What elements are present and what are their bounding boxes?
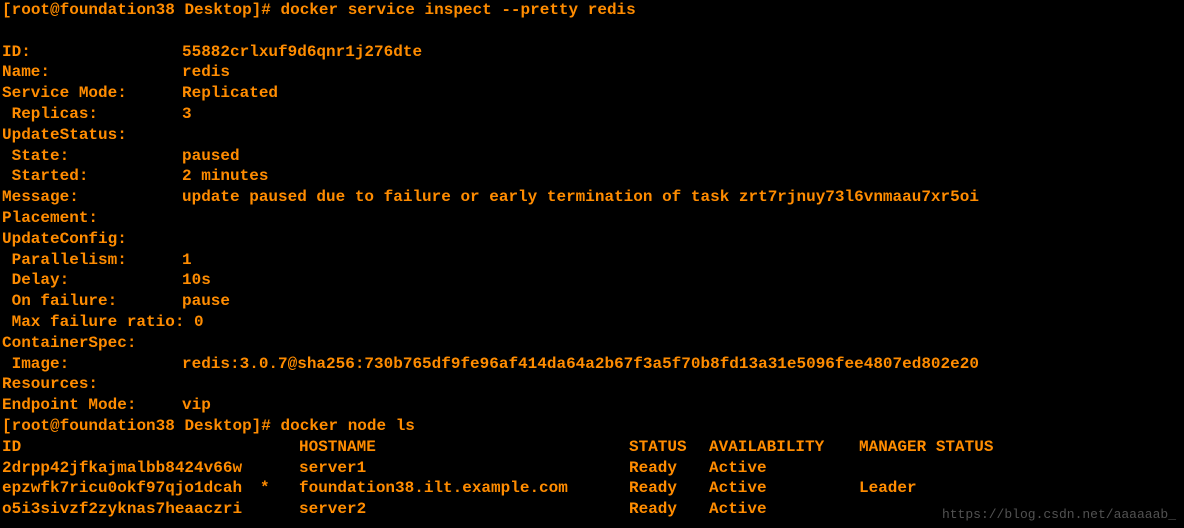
- inspect-started-line: Started:2 minutes: [2, 166, 1182, 187]
- replicas-value: 3: [182, 105, 192, 123]
- inspect-placement-line: Placement:: [2, 208, 1182, 229]
- header-id: ID: [2, 437, 299, 458]
- inspect-parallelism-line: Parallelism:1: [2, 250, 1182, 271]
- nodels-row-1: 2drpp42jfkajmalbb8424v66w server1ReadyAc…: [2, 458, 1182, 479]
- state-value: paused: [182, 147, 240, 165]
- row2-id: epzwfk7ricu0okf97qjo1dcah: [2, 478, 260, 499]
- watermark-text: https://blog.csdn.net/aaaaaab_: [942, 507, 1176, 524]
- parallelism-label: Parallelism:: [2, 250, 182, 271]
- maxfail-value: 0: [194, 313, 204, 331]
- row1-status: Ready: [629, 458, 709, 479]
- placement-label: Placement:: [2, 209, 98, 227]
- prompt-line-1[interactable]: [root@foundation38 Desktop]# docker serv…: [2, 0, 1182, 21]
- inspect-message-line: Message:update paused due to failure or …: [2, 187, 1182, 208]
- inspect-updateconfig-line: UpdateConfig:: [2, 229, 1182, 250]
- message-value: update paused due to failure or early te…: [182, 188, 979, 206]
- inspect-updatestatus-line: UpdateStatus:: [2, 125, 1182, 146]
- delay-value: 10s: [182, 271, 211, 289]
- row2-status: Ready: [629, 478, 709, 499]
- inspect-containerspec-line: ContainerSpec:: [2, 333, 1182, 354]
- prompt-at-2: @: [50, 417, 60, 435]
- row3-availability: Active: [709, 499, 859, 520]
- row1-availability: Active: [709, 458, 859, 479]
- name-value: redis: [182, 63, 230, 81]
- prompt-close-2: ]#: [252, 417, 271, 435]
- inspect-resources-line: Resources:: [2, 374, 1182, 395]
- inspect-name-line: Name:redis: [2, 62, 1182, 83]
- prompt-close: ]#: [252, 1, 271, 19]
- row2-availability: Active: [709, 478, 859, 499]
- updateconfig-label: UpdateConfig:: [2, 230, 127, 248]
- inspect-mode-line: Service Mode:Replicated: [2, 83, 1182, 104]
- command-1: docker service inspect --pretty redis: [280, 1, 635, 19]
- row3-id: o5i3sivzf2zyknas7heaaczri: [2, 499, 260, 520]
- message-label: Message:: [2, 187, 182, 208]
- image-value: redis:3.0.7@sha256:730b765df9fe96af414da…: [182, 355, 979, 373]
- inspect-maxfail-line: Max failure ratio: 0: [2, 312, 1182, 333]
- header-hostname: HOSTNAME: [299, 437, 629, 458]
- parallelism-value: 1: [182, 251, 192, 269]
- containerspec-label: ContainerSpec:: [2, 334, 136, 352]
- prompt-host-2: foundation38: [60, 417, 175, 435]
- started-value: 2 minutes: [182, 167, 268, 185]
- row3-status: Ready: [629, 499, 709, 520]
- endpoint-label: Endpoint Mode:: [2, 395, 182, 416]
- prompt-host: foundation38: [60, 1, 175, 19]
- prompt-open-2: [: [2, 417, 12, 435]
- inspect-onfailure-line: On failure:pause: [2, 291, 1182, 312]
- inspect-endpoint-line: Endpoint Mode:vip: [2, 395, 1182, 416]
- inspect-delay-line: Delay:10s: [2, 270, 1182, 291]
- row1-id: 2drpp42jfkajmalbb8424v66w: [2, 458, 260, 479]
- row3-hostname: server2: [299, 499, 629, 520]
- prompt-line-2[interactable]: [root@foundation38 Desktop]# docker node…: [2, 416, 1182, 437]
- image-label: Image:: [2, 354, 182, 375]
- header-manager: MANAGER STATUS: [859, 438, 993, 456]
- nodels-header-line: IDHOSTNAMESTATUSAVAILABILITYMANAGER STAT…: [2, 437, 1182, 458]
- row2-hostname: foundation38.ilt.example.com: [299, 478, 629, 499]
- resources-label: Resources:: [2, 375, 98, 393]
- header-availability: AVAILABILITY: [709, 437, 859, 458]
- mode-value: Replicated: [182, 84, 278, 102]
- endpoint-value: vip: [182, 396, 211, 414]
- updatestatus-label: UpdateStatus:: [2, 126, 127, 144]
- row1-marker: [260, 458, 299, 479]
- prompt-user: root: [12, 1, 50, 19]
- row2-marker: *: [260, 478, 299, 499]
- started-label: Started:: [2, 166, 182, 187]
- nodels-row-2: epzwfk7ricu0okf97qjo1dcah*foundation38.i…: [2, 478, 1182, 499]
- id-value: 55882crlxuf9d6qnr1j276dte: [182, 43, 422, 61]
- id-label: ID:: [2, 42, 182, 63]
- inspect-image-line: Image:redis:3.0.7@sha256:730b765df9fe96a…: [2, 354, 1182, 375]
- prompt-user-2: root: [12, 417, 50, 435]
- onfailure-label: On failure:: [2, 291, 182, 312]
- delay-label: Delay:: [2, 270, 182, 291]
- row2-manager: Leader: [859, 479, 917, 497]
- inspect-replicas-line: Replicas:3: [2, 104, 1182, 125]
- state-label: State:: [2, 146, 182, 167]
- replicas-label: Replicas:: [2, 104, 182, 125]
- inspect-id-line: ID:55882crlxuf9d6qnr1j276dte: [2, 42, 1182, 63]
- prompt-path: Desktop: [184, 1, 251, 19]
- onfailure-value: pause: [182, 292, 230, 310]
- blank-line: [2, 21, 1182, 42]
- prompt-at: @: [50, 1, 60, 19]
- row1-hostname: server1: [299, 458, 629, 479]
- maxfail-label: Max failure ratio:: [2, 313, 184, 331]
- command-2: docker node ls: [280, 417, 414, 435]
- row3-marker: [260, 499, 299, 520]
- inspect-state-line: State:paused: [2, 146, 1182, 167]
- prompt-path-2: Desktop: [184, 417, 251, 435]
- prompt-open: [: [2, 1, 12, 19]
- mode-label: Service Mode:: [2, 83, 182, 104]
- header-status: STATUS: [629, 437, 709, 458]
- name-label: Name:: [2, 62, 182, 83]
